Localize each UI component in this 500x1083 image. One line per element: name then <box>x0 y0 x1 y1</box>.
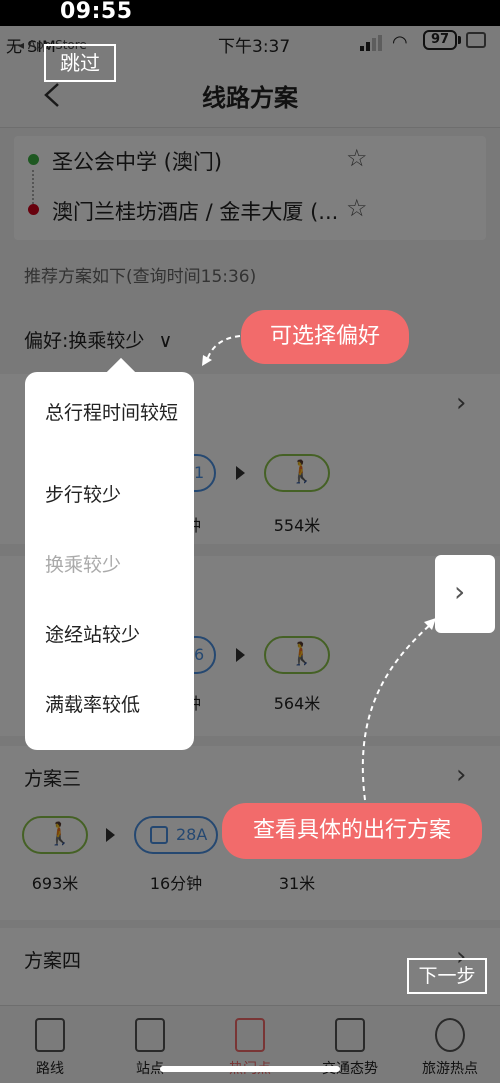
preference-option-fewer-transfers: 换乘较少 <box>45 554 122 576</box>
preference-option-less-walking[interactable]: 步行较少 <box>45 482 180 508</box>
plan-detail-button[interactable]: › <box>435 555 495 633</box>
overlay-clock: 09:55 <box>60 0 133 24</box>
home-indicator <box>160 1066 340 1072</box>
next-step-button[interactable]: 下一步 <box>407 958 487 994</box>
preference-option-fewer-stops[interactable]: 途经站较少 <box>45 622 180 648</box>
preference-option-shortest-time[interactable]: 总行程时间较短 <box>45 400 180 426</box>
preference-dropdown: 总行程时间较短 步行较少 换乘较少 途经站较少 满载率较低 <box>25 357 194 750</box>
tip-plan-detail: 查看具体的出行方案 <box>222 803 482 859</box>
skip-button[interactable]: 跳过 <box>44 44 116 82</box>
tip-preference: 可选择偏好 <box>241 310 409 364</box>
chevron-right-icon: › <box>454 575 466 608</box>
recording-bar: 09:55 <box>0 0 500 26</box>
preference-option-low-occupancy[interactable]: 满载率较低 <box>45 692 180 718</box>
